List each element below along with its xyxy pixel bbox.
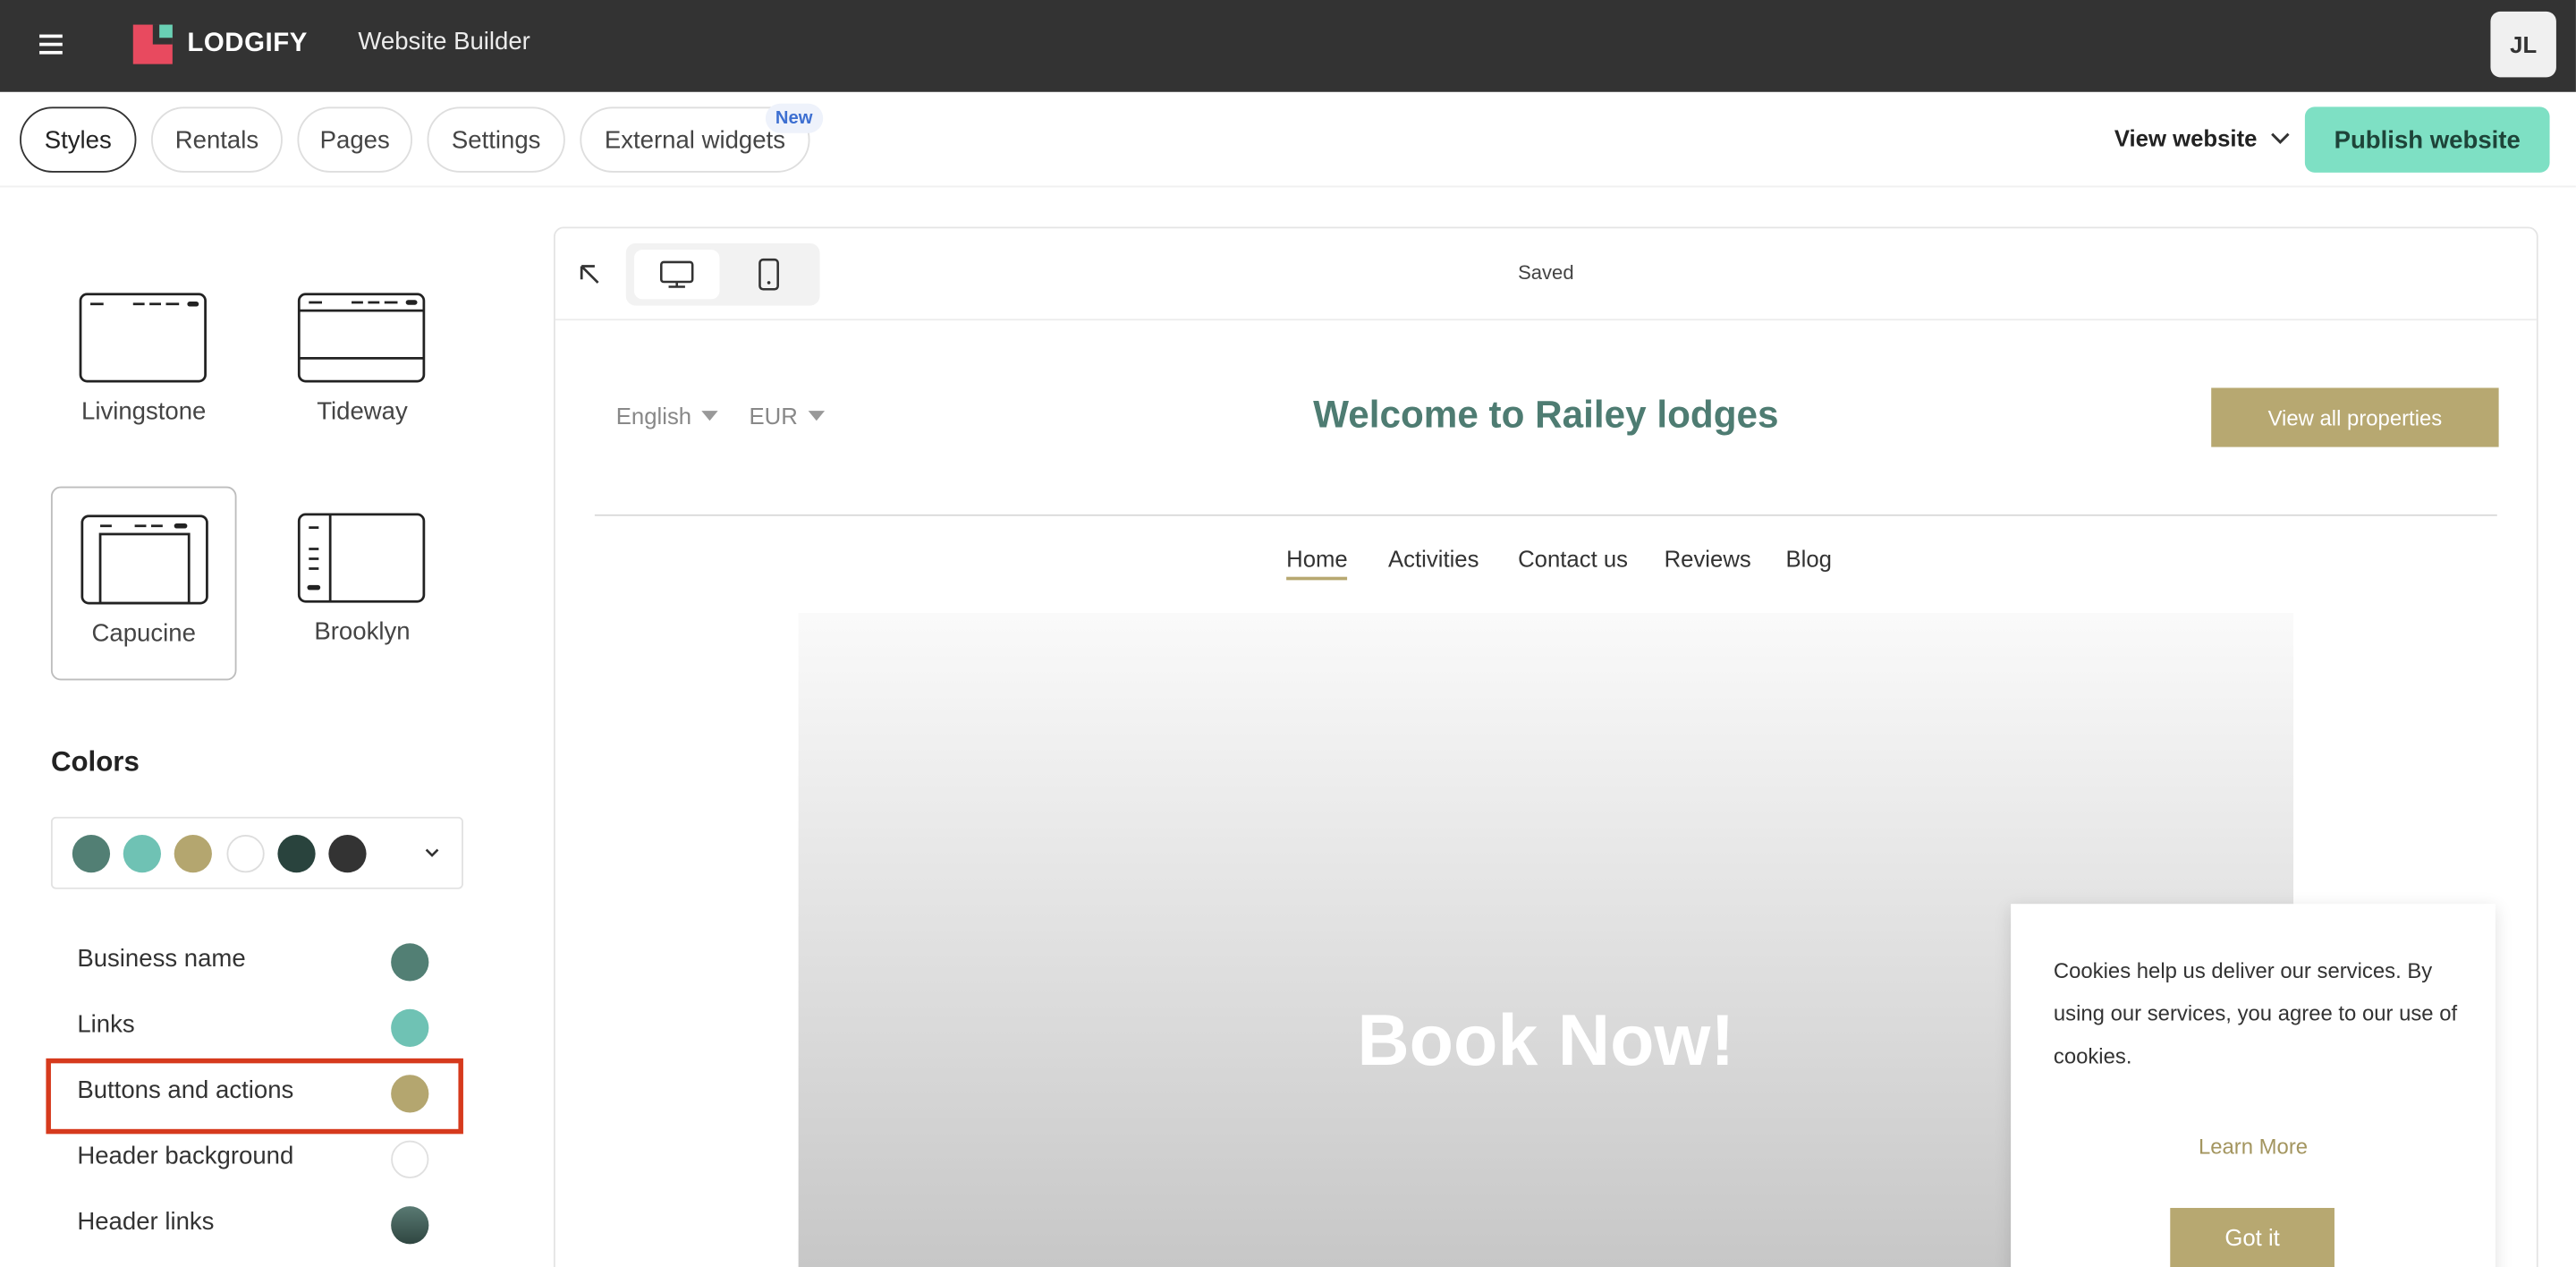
- color-swatch[interactable]: [391, 943, 429, 982]
- site-nav-blog[interactable]: Blog: [1785, 546, 1831, 572]
- color-row-label: Business name: [77, 945, 246, 974]
- tab-styles[interactable]: Styles: [20, 106, 137, 173]
- new-badge: New: [765, 103, 823, 133]
- learn-more-link[interactable]: Learn More: [2011, 1134, 2496, 1159]
- view-website-label: View website: [2114, 124, 2258, 151]
- chevron-down-icon: [425, 848, 439, 857]
- tab-settings[interactable]: Settings: [427, 106, 565, 173]
- highlight-box: [46, 1058, 463, 1135]
- color-swatch[interactable]: [391, 1140, 429, 1178]
- website-builder-app: LODGIFY Website Builder JL Styles Rental…: [0, 0, 2576, 1267]
- color-row-label: Links: [77, 1010, 135, 1039]
- top-bar: LODGIFY Website Builder JL: [0, 0, 2576, 92]
- color-row-label: Header background: [77, 1142, 294, 1170]
- color-swatch[interactable]: [391, 1008, 429, 1047]
- chevron-down-icon: [2270, 132, 2290, 144]
- palette-swatch: [72, 835, 111, 873]
- tab-rentals[interactable]: Rentals: [150, 106, 283, 173]
- color-row-header-links[interactable]: Header links: [51, 1193, 462, 1255]
- view-website-dropdown[interactable]: View website: [2114, 125, 2290, 151]
- got-it-button[interactable]: Got it: [2170, 1207, 2334, 1267]
- user-avatar[interactable]: JL: [2490, 11, 2556, 78]
- tab-pages[interactable]: Pages: [297, 106, 413, 173]
- site-nav-home[interactable]: Home: [1286, 546, 1348, 581]
- publish-website-button[interactable]: Publish website: [2304, 106, 2550, 173]
- colors-section: Colors Business name Links Buttons and a…: [0, 189, 526, 1267]
- palette-swatch: [123, 835, 161, 873]
- divider: [594, 514, 2497, 516]
- palette-swatch: [174, 835, 212, 873]
- view-all-properties-button[interactable]: View all properties: [2211, 387, 2499, 447]
- site-nav-contact-us[interactable]: Contact us: [1518, 546, 1628, 572]
- preview-toolbar: Saved: [555, 228, 2537, 321]
- cookie-consent-banner: Cookies help us deliver our services. By…: [2011, 904, 2496, 1267]
- save-status: Saved: [1518, 261, 1574, 285]
- website-preview: Saved English EUR Welcome to Railey lodg…: [553, 226, 2538, 1267]
- lodgify-logo[interactable]: LODGIFY: [132, 24, 308, 64]
- colors-section-title: Colors: [50, 745, 140, 778]
- color-row-business-name[interactable]: Business name: [51, 931, 462, 993]
- palette-swatch: [226, 835, 265, 873]
- color-swatch[interactable]: [391, 1206, 429, 1245]
- logo-text: LODGIFY: [187, 30, 308, 58]
- menu-icon[interactable]: [36, 31, 65, 61]
- palette-swatch: [277, 835, 316, 873]
- color-palette-dropdown[interactable]: [50, 816, 463, 889]
- cookie-message: Cookies help us deliver our services. By…: [2053, 957, 2458, 1068]
- logo-mark-icon: [132, 24, 173, 64]
- color-row-header-background[interactable]: Header background: [51, 1127, 462, 1190]
- palette-swatch: [328, 835, 367, 873]
- app-title: Website Builder: [358, 28, 530, 56]
- site-nav-reviews[interactable]: Reviews: [1665, 546, 1751, 572]
- color-row-links[interactable]: Links: [51, 996, 462, 1059]
- site-nav-activities[interactable]: Activities: [1388, 546, 1479, 572]
- color-row-label: Header links: [77, 1207, 215, 1237]
